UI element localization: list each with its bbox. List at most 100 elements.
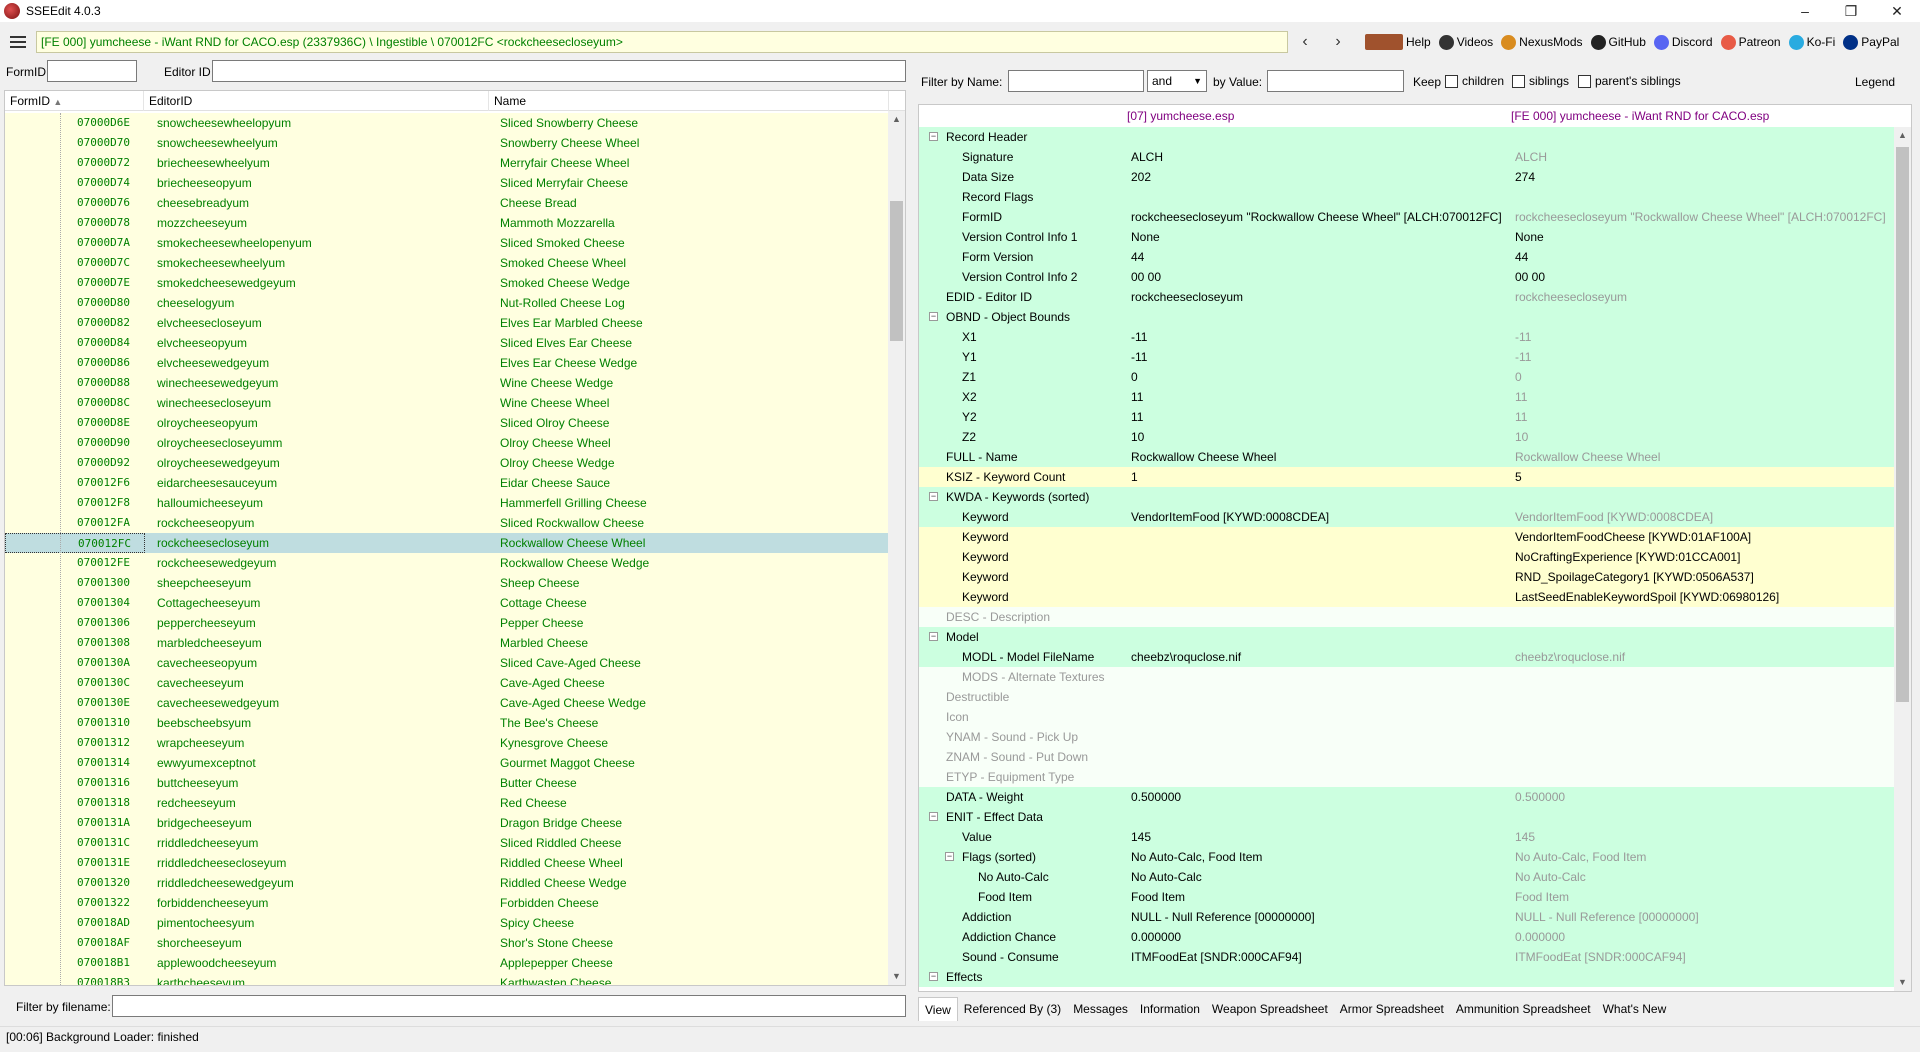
tab-referenced-by-3[interactable]: Referenced By (3): [958, 997, 1067, 1021]
table-row[interactable]: 0700131A bridgecheeseyum Dragon Bridge Che…: [5, 813, 890, 833]
value-plugin-1[interactable]: [1119, 187, 1505, 207]
filename-filter-input[interactable]: [112, 995, 906, 1017]
table-row[interactable]: 07000D80 cheeselogyum Nut-Rolled Cheese Lo…: [5, 293, 890, 313]
value-plugin-2[interactable]: [1505, 807, 1895, 827]
table-row[interactable]: 070018B3 karthcheeseyum Karthwasten Cheese: [5, 973, 890, 985]
value-plugin-2[interactable]: -11: [1505, 347, 1895, 367]
value-plugin-1[interactable]: 11: [1119, 407, 1505, 427]
table-row[interactable]: 070012FC rockcheesecloseyum Rockwallow Che…: [5, 533, 890, 553]
tab-information[interactable]: Information: [1134, 997, 1206, 1021]
table-row[interactable]: 07000D88 winecheesewedgeyum Wine Cheese We…: [5, 373, 890, 393]
value-plugin-2[interactable]: No Auto-Calc, Food Item: [1505, 847, 1895, 867]
value-plugin-2[interactable]: [1505, 607, 1895, 627]
table-row[interactable]: 07001314 ewwyumexceptnot Gourmet Maggot Ch…: [5, 753, 890, 773]
value-plugin-1[interactable]: [1119, 527, 1505, 547]
table-row[interactable]: 07000D6E snowcheesewheelopyum Sliced Snowb…: [5, 113, 890, 133]
scroll-up-icon[interactable]: ▲: [888, 111, 905, 128]
value-plugin-2[interactable]: 5: [1505, 467, 1895, 487]
table-row[interactable]: 07001312 wrapcheeseyum Kynesgrove Cheese: [5, 733, 890, 753]
table-row[interactable]: 070018B1 applewoodcheeseyum Applepepper Ch…: [5, 953, 890, 973]
table-row[interactable]: 07000D7E smokedcheesewedgeyum Smoked Chees…: [5, 273, 890, 293]
collapse-icon[interactable]: −: [929, 632, 938, 641]
record-field-row[interactable]: − Model: [919, 627, 1911, 647]
table-row[interactable]: 07001320 rriddledcheesewedgeyum Riddled Ch…: [5, 873, 890, 893]
column-plugin-1[interactable]: [07] yumcheese.esp: [1119, 105, 1505, 127]
value-plugin-2[interactable]: Food Item: [1505, 887, 1895, 907]
table-row[interactable]: 07001304 Cottagecheeseyum Cottage Cheese: [5, 593, 890, 613]
record-field-row[interactable]: Keyword VendorItemFoodCheese [KYWD:01AF10…: [919, 527, 1911, 547]
link-nexusmods[interactable]: NexusMods: [1501, 34, 1583, 50]
record-field-row[interactable]: − KWDA - Keywords (sorted): [919, 487, 1911, 507]
record-field-row[interactable]: − Effects: [919, 967, 1911, 987]
record-field-row[interactable]: Y1 -11 -11: [919, 347, 1911, 367]
record-field-row[interactable]: ETYP - Equipment Type: [919, 767, 1911, 787]
value-plugin-2[interactable]: ITMFoodEat [SNDR:000CAF94]: [1505, 947, 1895, 967]
value-plugin-2[interactable]: 274: [1505, 167, 1895, 187]
link-discord[interactable]: Discord: [1653, 34, 1713, 50]
checkbox-box[interactable]: [1512, 74, 1525, 88]
value-plugin-2[interactable]: 0.000000: [1505, 927, 1895, 947]
table-row[interactable]: 07001308 marbledcheeseyum Marbled Cheese: [5, 633, 890, 653]
value-plugin-1[interactable]: [1119, 127, 1505, 147]
record-field-row[interactable]: KSIZ - Keyword Count 1 5: [919, 467, 1911, 487]
value-plugin-1[interactable]: -11: [1119, 327, 1505, 347]
collapse-icon[interactable]: −: [929, 312, 938, 321]
menu-icon[interactable]: [0, 28, 36, 56]
record-field-row[interactable]: Z1 0 0: [919, 367, 1911, 387]
value-plugin-1[interactable]: [1119, 727, 1505, 747]
scroll-thumb[interactable]: [890, 201, 903, 341]
filter-value-input[interactable]: [1267, 70, 1404, 92]
table-row[interactable]: 070012F8 halloumicheeseyum Hammerfell Gril…: [5, 493, 890, 513]
value-plugin-1[interactable]: [1119, 567, 1505, 587]
table-row[interactable]: 07000D92 olroycheesewedgeyum Olroy Cheese …: [5, 453, 890, 473]
record-field-row[interactable]: Addiction Chance 0.000000 0.000000: [919, 927, 1911, 947]
value-plugin-2[interactable]: Rockwallow Cheese Wheel: [1505, 447, 1895, 467]
table-row[interactable]: 07001306 peppercheeseyum Pepper Cheese: [5, 613, 890, 633]
value-plugin-1[interactable]: 0.000000: [1119, 927, 1505, 947]
maximize-button[interactable]: ❐: [1828, 0, 1874, 22]
value-plugin-1[interactable]: 0: [1119, 367, 1505, 387]
link-patreon[interactable]: Patreon: [1720, 34, 1781, 50]
record-field-row[interactable]: Keyword NoCraftingExperience [KYWD:01CCA0…: [919, 547, 1911, 567]
table-row[interactable]: 07001300 sheepcheeseyum Sheep Cheese: [5, 573, 890, 593]
value-plugin-2[interactable]: NoCraftingExperience [KYWD:01CCA001]: [1505, 547, 1895, 567]
column-formid[interactable]: FormID ▲: [5, 91, 144, 111]
record-field-row[interactable]: − OBND - Object Bounds: [919, 307, 1911, 327]
table-row[interactable]: 070018AF shorcheeseyum Shor's Stone Cheese: [5, 933, 890, 953]
value-plugin-1[interactable]: [1119, 307, 1505, 327]
record-field-row[interactable]: Addiction NULL - Null Reference [00000000…: [919, 907, 1911, 927]
link-github[interactable]: GitHub: [1590, 34, 1646, 50]
table-row[interactable]: 070018AD pimentocheesyum Spicy Cheese: [5, 913, 890, 933]
value-plugin-2[interactable]: [1505, 307, 1895, 327]
record-field-row[interactable]: DESC - Description: [919, 607, 1911, 627]
record-field-row[interactable]: Version Control Info 2 00 00 00 00: [919, 267, 1911, 287]
value-plugin-1[interactable]: Food Item: [1119, 887, 1505, 907]
record-field-row[interactable]: Y2 11 11: [919, 407, 1911, 427]
back-icon[interactable]: ‹: [1295, 32, 1315, 52]
value-plugin-1[interactable]: 1: [1119, 467, 1505, 487]
value-plugin-2[interactable]: 10: [1505, 427, 1895, 447]
tab-view[interactable]: View: [918, 997, 958, 1021]
record-path-field[interactable]: [FE 000] yumcheese - iWant RND for CACO.…: [36, 31, 1288, 53]
value-plugin-2[interactable]: rockcheesecloseyum: [1505, 287, 1895, 307]
record-field-row[interactable]: Z2 10 10: [919, 427, 1911, 447]
value-plugin-1[interactable]: rockcheesecloseyum "Rockwallow Cheese Wh…: [1119, 207, 1505, 227]
value-plugin-2[interactable]: [1505, 627, 1895, 647]
table-row[interactable]: 070012F6 eidarcheesesauceyum Eidar Cheese …: [5, 473, 890, 493]
collapse-icon[interactable]: −: [929, 492, 938, 501]
keep-parents-siblings-checkbox[interactable]: parent's siblings: [1578, 74, 1681, 88]
record-field-row[interactable]: X1 -11 -11: [919, 327, 1911, 347]
value-plugin-2[interactable]: LastSeedEnableKeywordSpoil [KYWD:0698012…: [1505, 587, 1895, 607]
table-row[interactable]: 07001310 beebscheebsyum The Bee's Cheese: [5, 713, 890, 733]
table-row[interactable]: 07000D72 briecheesewheelyum Merryfair Chee…: [5, 153, 890, 173]
value-plugin-1[interactable]: 44: [1119, 247, 1505, 267]
value-plugin-2[interactable]: [1505, 487, 1895, 507]
value-plugin-2[interactable]: rockcheesecloseyum "Rockwallow Cheese Wh…: [1505, 207, 1895, 227]
value-plugin-1[interactable]: -11: [1119, 347, 1505, 367]
record-field-row[interactable]: − ENIT - Effect Data: [919, 807, 1911, 827]
table-row[interactable]: 07000D84 elvcheeseopyum Sliced Elves Ear C…: [5, 333, 890, 353]
value-plugin-2[interactable]: 11: [1505, 407, 1895, 427]
value-plugin-1[interactable]: 00 00: [1119, 267, 1505, 287]
record-field-row[interactable]: YNAM - Sound - Pick Up: [919, 727, 1911, 747]
minimize-button[interactable]: –: [1782, 0, 1828, 22]
